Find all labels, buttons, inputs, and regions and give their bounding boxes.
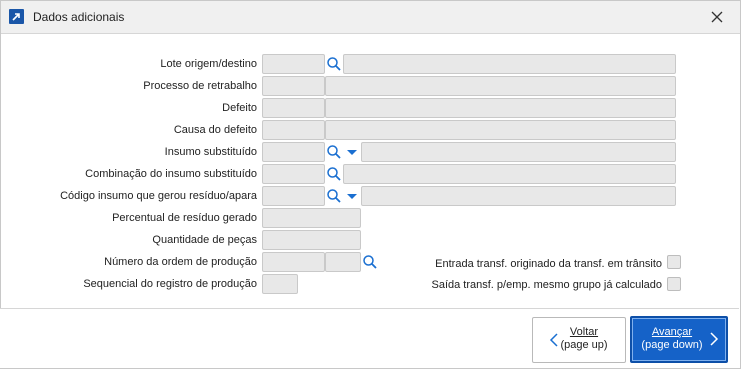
causa-code-input[interactable]	[262, 120, 325, 140]
combinacao-code-input[interactable]	[262, 164, 325, 184]
back-button[interactable]: Voltar (page up)	[532, 317, 626, 363]
causa-label: Causa do defeito	[173, 124, 257, 136]
causa-description-input[interactable]	[325, 120, 676, 140]
search-icon[interactable]	[362, 254, 378, 270]
codigo-residuo-label: Código insumo que gerou resíduo/apara	[60, 190, 257, 202]
insumo-description-input[interactable]	[361, 142, 676, 162]
sequencial-input[interactable]	[262, 274, 298, 294]
caret-down-icon[interactable]	[344, 144, 360, 160]
next-button-line2: (page down)	[641, 339, 703, 351]
back-button-label: Voltar (page up)	[545, 326, 623, 352]
search-icon[interactable]	[326, 56, 342, 72]
back-button-line1: Voltar	[569, 326, 599, 338]
quantidade-label: Quantidade de peças	[152, 234, 257, 246]
next-button-label: Avançar (page down)	[632, 326, 712, 352]
defeito-description-input[interactable]	[325, 98, 676, 118]
lote-label: Lote origem/destino	[160, 58, 257, 70]
search-icon[interactable]	[326, 188, 342, 204]
search-icon[interactable]	[326, 144, 342, 160]
codigo-residuo-description-input[interactable]	[361, 186, 676, 206]
numero-ordem-suffix-input[interactable]	[325, 252, 361, 272]
title-bar: Dados adicionais	[1, 1, 740, 34]
saida-transf-checkbox[interactable]	[667, 277, 681, 291]
next-button-line1: Avançar	[651, 326, 693, 338]
entrada-transf-label: Entrada transf. originado da transf. em …	[435, 258, 662, 270]
lote-description-input[interactable]	[343, 54, 676, 74]
back-button-line2: (page up)	[560, 339, 608, 351]
processo-code-input[interactable]	[262, 76, 325, 96]
processo-label: Processo de retrabalho	[143, 80, 257, 92]
combinacao-label: Combinação do insumo substituído	[85, 168, 257, 180]
insumo-label: Insumo substituído	[164, 146, 257, 158]
caret-down-icon[interactable]	[344, 188, 360, 204]
defeito-label: Defeito	[222, 102, 257, 114]
codigo-residuo-code-input[interactable]	[262, 186, 325, 206]
lote-code-input[interactable]	[262, 54, 325, 74]
defeito-code-input[interactable]	[262, 98, 325, 118]
quantidade-input[interactable]	[262, 230, 361, 250]
search-icon[interactable]	[326, 166, 342, 182]
saida-transf-label: Saída transf. p/emp. mesmo grupo já calc…	[431, 279, 662, 291]
next-button[interactable]: Avançar (page down)	[630, 316, 728, 363]
close-icon[interactable]	[709, 9, 725, 25]
numero-ordem-label: Número da ordem de produção	[104, 256, 257, 268]
sequencial-label: Sequencial do registro de produção	[83, 278, 257, 290]
window-title: Dados adicionais	[33, 10, 125, 24]
percentual-label: Percentual de resíduo gerado	[112, 212, 257, 224]
numero-ordem-input[interactable]	[262, 252, 325, 272]
insumo-code-input[interactable]	[262, 142, 325, 162]
combinacao-description-input[interactable]	[343, 164, 676, 184]
chevron-right-icon	[706, 331, 722, 347]
entrada-transf-checkbox[interactable]	[667, 255, 681, 269]
dialog-footer	[0, 308, 739, 368]
percentual-input[interactable]	[262, 208, 361, 228]
processo-description-input[interactable]	[325, 76, 676, 96]
app-icon	[9, 9, 24, 24]
